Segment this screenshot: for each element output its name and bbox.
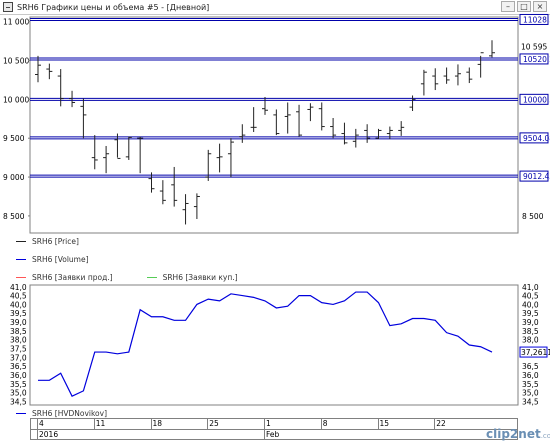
sell-orders-legend[interactable]: SRH6 [Заявки прод.]	[16, 273, 113, 282]
indicator-panel[interactable]	[29, 284, 519, 406]
chart-canvas[interactable]: 11028.3 10520.2 10000.3 9504.08 9012.43 11 00…	[0, 0, 550, 445]
time-axis-tick	[377, 419, 379, 429]
price-right-tick: 8 500	[522, 212, 544, 221]
time-axis-tick	[37, 419, 38, 429]
time-axis-period-tick	[37, 429, 38, 440]
indicator-right-tick: 38,0	[522, 336, 539, 345]
indicator-legend-label: SRH6 [HVDNovikov]	[32, 408, 107, 418]
indicator-left-tick: 38,5	[10, 327, 27, 336]
indicator-left-tick: 34,5	[10, 397, 27, 406]
time-axis-day-label: 4	[39, 419, 44, 428]
indicator-right-tick: 34,5	[522, 397, 539, 406]
legend-volume[interactable]: SRH6 [Volume]	[16, 253, 89, 265]
time-axis-tick	[320, 419, 322, 429]
indicator-last-label: 37,2611	[521, 348, 550, 357]
indicator-left-tick: 35,0	[10, 389, 27, 398]
time-axis-day-label: 8	[322, 419, 328, 428]
time-axis-day-label: 11	[95, 419, 106, 428]
time-axis-tick	[150, 419, 152, 429]
buy-legend-swatch	[146, 276, 157, 278]
time-axis-day-label: 15	[379, 419, 390, 428]
price-y-tick: 10 000	[3, 95, 29, 104]
indicator-left-tick: 37,0	[10, 353, 27, 362]
level-label: 10000.3	[523, 95, 550, 104]
price-panel[interactable]	[29, 16, 519, 234]
time-axis-day-label: 25	[209, 419, 219, 428]
time-axis-tick	[264, 419, 265, 429]
indicator-right-tick: 35,5	[522, 380, 539, 389]
time-axis-day-label: 1	[266, 419, 271, 428]
indicator-left-tick: 40,0	[10, 300, 27, 309]
price-legend-swatch	[16, 240, 26, 242]
time-axis-day-label: 22	[436, 419, 446, 428]
time-axis-day-label: 18	[152, 419, 163, 428]
level-label: 10520.2	[523, 55, 550, 64]
indicator-left-tick: 40,5	[10, 292, 27, 301]
indicator-left-tick: 35,5	[10, 380, 27, 389]
indicator-right-tick: 36,0	[522, 371, 539, 380]
price-y-tick: 10 500	[3, 57, 29, 66]
time-axis-period-label: Feb	[266, 430, 280, 439]
indicator-left-tick: 37,5	[10, 345, 27, 354]
price-legend-label: SRH6 [Price]	[32, 236, 79, 246]
clip2net-logo: clip2net.com	[486, 427, 550, 441]
indicator-right-tick: 40,0	[522, 300, 539, 309]
price-y-tick: 9 500	[3, 134, 25, 143]
indicator-right-tick: 38,5	[522, 327, 539, 336]
legend-price[interactable]: SRH6 [Price]	[16, 235, 79, 247]
indicator-right-tick: 39,5	[522, 309, 539, 318]
level-label: 9504.08	[523, 134, 550, 143]
sell-legend-label: SRH6 [Заявки прод.]	[32, 272, 113, 282]
legend-orders[interactable]: SRH6 [Заявки прод.] SRH6 [Заявки куп.]	[16, 271, 272, 283]
indicator-right-tick: 35,0	[522, 389, 539, 398]
indicator-left-tick: 36,0	[10, 371, 27, 380]
indicator-left-tick: 41,0	[10, 283, 27, 292]
time-axis[interactable]: 4 11 18 25 1 8 15 22 2016 Feb	[30, 418, 518, 440]
level-label: 11028.3	[523, 15, 550, 24]
indicator-left-tick: 36,5	[10, 362, 27, 371]
time-axis-period-tick	[264, 429, 265, 440]
sell-legend-swatch	[16, 276, 26, 278]
time-axis-tick	[207, 419, 209, 429]
level-label: 9012.43	[523, 172, 550, 181]
price-y-tick: 8 500	[3, 212, 25, 221]
last-price-label: 10 595	[521, 43, 547, 52]
indicator-legend-swatch	[16, 412, 26, 414]
indicator-right-tick: 36,5	[522, 362, 539, 371]
buy-orders-legend[interactable]: SRH6 [Заявки куп.]	[146, 272, 238, 282]
price-y-tick: 11 000	[3, 18, 29, 27]
volume-legend-label: SRH6 [Volume]	[32, 254, 89, 264]
buy-legend-label: SRH6 [Заявки куп.]	[162, 272, 238, 282]
indicator-right-tick: 39,0	[522, 318, 539, 327]
price-y-tick: 9 000	[3, 173, 25, 182]
time-axis-period-label: 2016	[39, 430, 59, 439]
indicator-left-tick: 38,0	[10, 336, 27, 345]
indicator-right-tick: 40,5	[522, 292, 539, 301]
indicator-right-tick: 41,0	[522, 283, 539, 292]
time-axis-tick	[93, 419, 95, 429]
time-axis-tick	[434, 419, 436, 429]
volume-legend-swatch	[16, 258, 26, 260]
indicator-left-tick: 39,0	[10, 318, 27, 327]
indicator-left-tick: 39,5	[10, 309, 27, 318]
